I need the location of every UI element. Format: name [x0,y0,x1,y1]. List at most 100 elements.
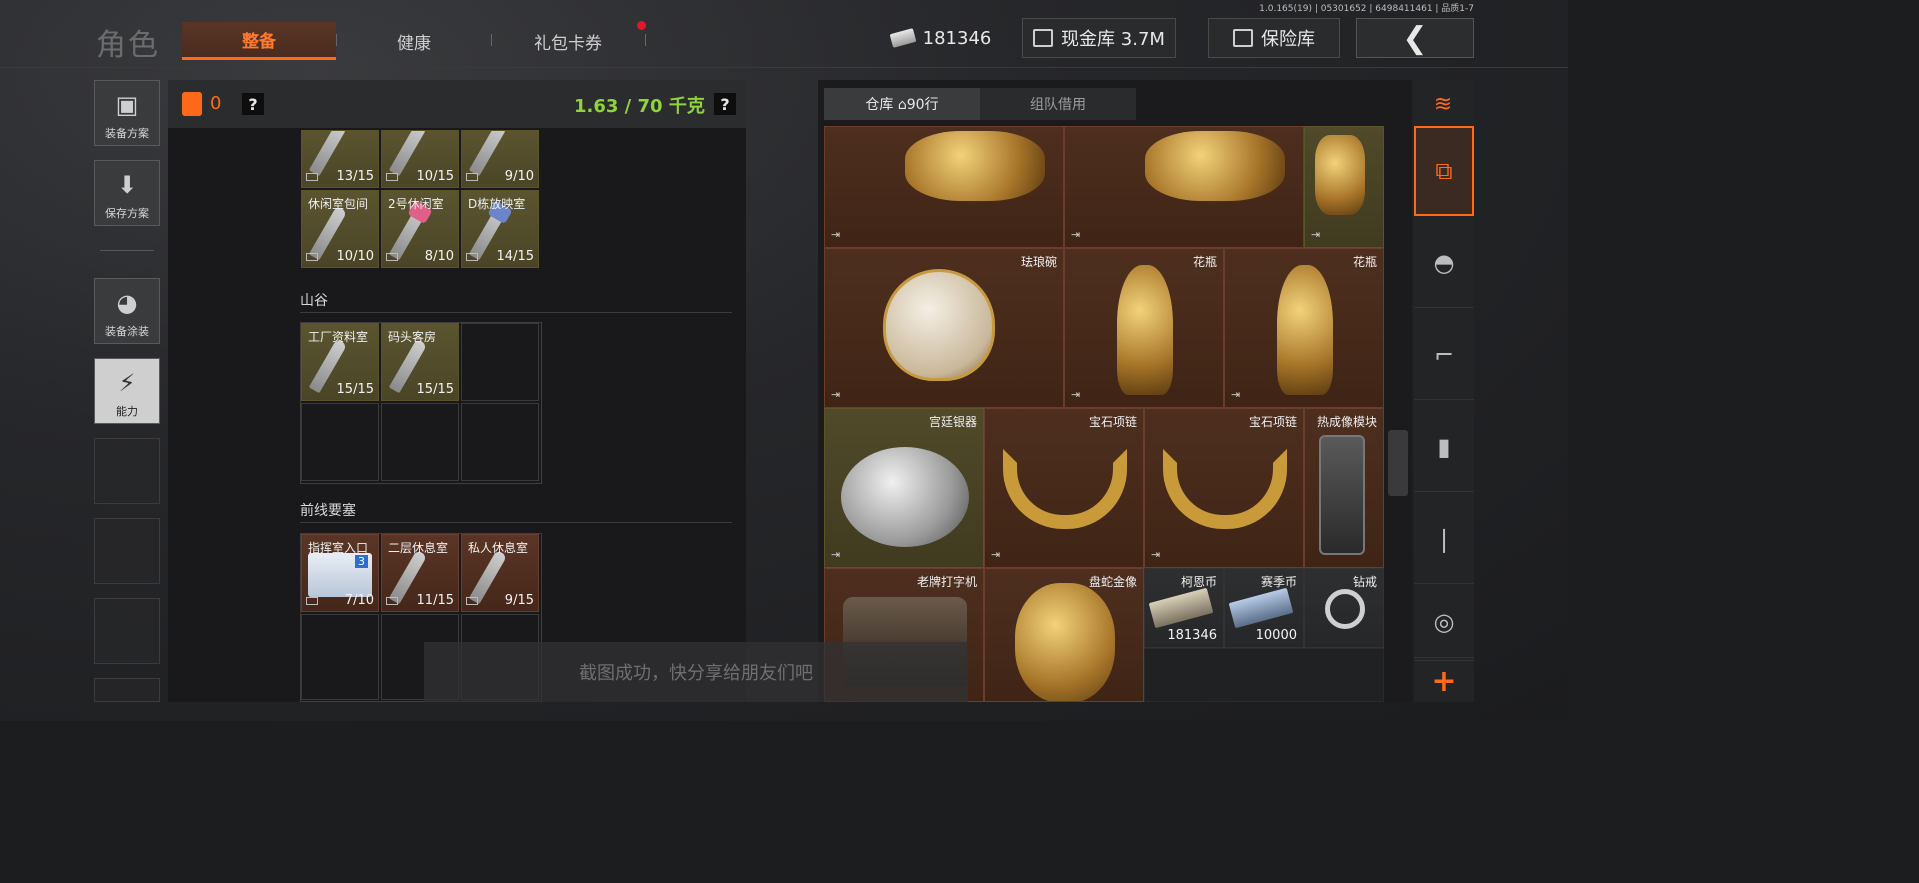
stash-item[interactable]: ⇥ [1304,126,1384,248]
key-item[interactable]: 2号休闲室 8/10 [381,190,459,268]
ammo-icon[interactable]: ❘ [1414,494,1474,584]
help-button[interactable]: ? [242,93,264,115]
key-count: 7/10 [344,593,374,608]
key-icon [468,131,508,177]
empty-key-slot[interactable] [381,403,459,481]
weight-help-button[interactable]: ? [714,93,736,115]
section-divider [300,522,732,523]
save-plan-button[interactable]: ⬇ 保存方案 [94,160,160,226]
key-count: 15/15 [336,382,374,397]
key-item[interactable]: 二层休息室 11/15 [381,534,459,612]
empty-stash-slot[interactable] [1144,648,1384,702]
key-name: 码头客房 [388,330,437,344]
sidebar-label: 装备涂装 [105,325,149,338]
key-name: 二层休息室 [388,541,449,555]
cash-vault-button[interactable]: 现金库 3.7M [1022,18,1176,58]
helmet-icon: ◕ [116,289,138,317]
tab-warehouse[interactable]: 仓库 ⌂90行 [824,88,980,120]
exit-icon: ⇥ [1151,548,1161,561]
item-name: 钻戒 [1352,575,1377,589]
vest-icon: ▣ [115,91,139,119]
item-name: 宝石项链 [1088,415,1137,429]
enamel-bowl-icon [883,269,995,381]
key-name: 工厂资料室 [308,330,369,344]
lightning-icon: ⚡ [118,369,136,397]
helmet-icon[interactable]: ◓ [1414,218,1474,308]
tab-health[interactable]: 健康 [338,22,490,60]
equipment-skin-button[interactable]: ◕ 装备涂装 [94,278,160,344]
key-item[interactable]: 10/15 [381,130,459,188]
key-item[interactable]: 码头客房 15/15 [381,323,459,401]
key-name: 2号休闲室 [388,197,444,211]
key-item[interactable]: 工厂资料室 15/15 [301,323,379,401]
key-item[interactable]: 私人休息室 9/15 [461,534,539,612]
stash-item[interactable]: 热成像模块 [1304,408,1384,568]
refresh-stack-icon[interactable]: ≋ [1420,86,1466,122]
rifle-icon[interactable]: ⌐ [1414,310,1474,400]
locked-icon [386,173,398,181]
backpack-icon [182,92,202,116]
weight-readout: 1.63 / 70 千克 [574,96,705,117]
exit-icon: ⇥ [1231,388,1241,401]
stash-item[interactable]: 花瓶 ⇥ [1224,248,1384,408]
stash-item[interactable]: 赛季币 10000 [1224,568,1304,648]
tab-equipment[interactable]: 整备 [182,22,336,60]
bust-statue-icon [905,131,1045,201]
top-bar: 角色 整备 健康 礼包卡券 1.0.165(19) | 05301652 | 6… [0,0,1568,68]
item-name: 花瓶 [1192,255,1217,269]
key-count: 14/15 [496,249,534,264]
tab-label: 礼包卡券 [534,33,602,54]
tab-gift-coupons[interactable]: 礼包卡券 [492,22,644,60]
cash-icon [889,28,917,48]
exit-icon: ⇥ [1311,228,1321,241]
key-item[interactable]: 9/10 [461,130,539,188]
item-count: 10000 [1255,628,1297,643]
gold-figure-icon [1315,135,1365,215]
bag-count: 0 [210,93,222,114]
locked-icon [306,173,318,181]
vase-icon [1277,265,1333,395]
equipment-plan-button[interactable]: ▣ 装备方案 [94,80,160,146]
tab-divider [336,34,337,46]
tab-team-borrow[interactable]: 组队借用 [980,88,1136,120]
exit-icon: ⇥ [831,228,841,241]
sidebar-label: 装备方案 [105,127,149,140]
stash-item[interactable]: 宝石项链 ⇥ [984,408,1144,568]
stash-item[interactable]: 花瓶 ⇥ [1064,248,1224,408]
stash-item[interactable]: 钻戒 [1304,568,1384,648]
key-item[interactable]: 指挥室入口 7/10 [301,534,379,612]
key-item[interactable]: 13/15 [301,130,379,188]
empty-key-slot[interactable] [301,614,379,700]
stash-grid: ⇥ ⇥ ⇥ 珐琅碗 ⇥ 花瓶 ⇥ 花瓶 ⇥ 宫廷银器 ⇥ 宝石项链 ⇥ 宝石项链… [824,126,1384,702]
stash-scrollbar[interactable] [1388,430,1408,496]
page-title: 角色 [96,28,160,63]
empty-key-slot[interactable] [461,403,539,481]
key-item[interactable]: 休闲室包间 10/10 [301,190,379,268]
all-items-icon[interactable]: ⧉ [1414,126,1474,216]
empty-key-slot[interactable] [461,323,539,401]
item-count: 181346 [1167,628,1217,643]
stash-item[interactable]: 宫廷银器 ⇥ [824,408,984,568]
back-button[interactable]: ❮ [1356,18,1474,58]
key-item[interactable]: D栋放映室 14/15 [461,190,539,268]
empty-key-slot[interactable] [301,403,379,481]
necklace-icon [1003,449,1127,529]
magazine-icon[interactable]: ▮ [1414,402,1474,492]
ability-button[interactable]: ⚡ 能力 [94,358,160,424]
locked-icon [306,597,318,605]
version-info: 1.0.165(19) | 05301652 | 6498411461 | 品质… [1259,4,1474,14]
item-name: 宫廷银器 [928,415,977,429]
stash-item[interactable]: ⇥ [1064,126,1304,248]
safe-button[interactable]: 保险库 [1208,18,1340,58]
stash-item[interactable]: ⇥ [824,126,1064,248]
stash-item[interactable]: 宝石项链 ⇥ [1144,408,1304,568]
scope-icon[interactable]: ◎ [1414,586,1474,658]
cash-vault-icon [1033,29,1054,47]
item-name: 热成像模块 [1316,415,1377,429]
stash-item[interactable]: 盘蛇金像 [984,568,1144,702]
stash-item[interactable]: 珐琅碗 ⇥ [824,248,1064,408]
cash-vault-label: 现金库 3.7M [1061,29,1165,50]
stash-item[interactable]: 柯恩币 181346 [1144,568,1224,648]
safe-icon [1233,29,1253,47]
plus-icon[interactable]: + [1414,660,1474,702]
